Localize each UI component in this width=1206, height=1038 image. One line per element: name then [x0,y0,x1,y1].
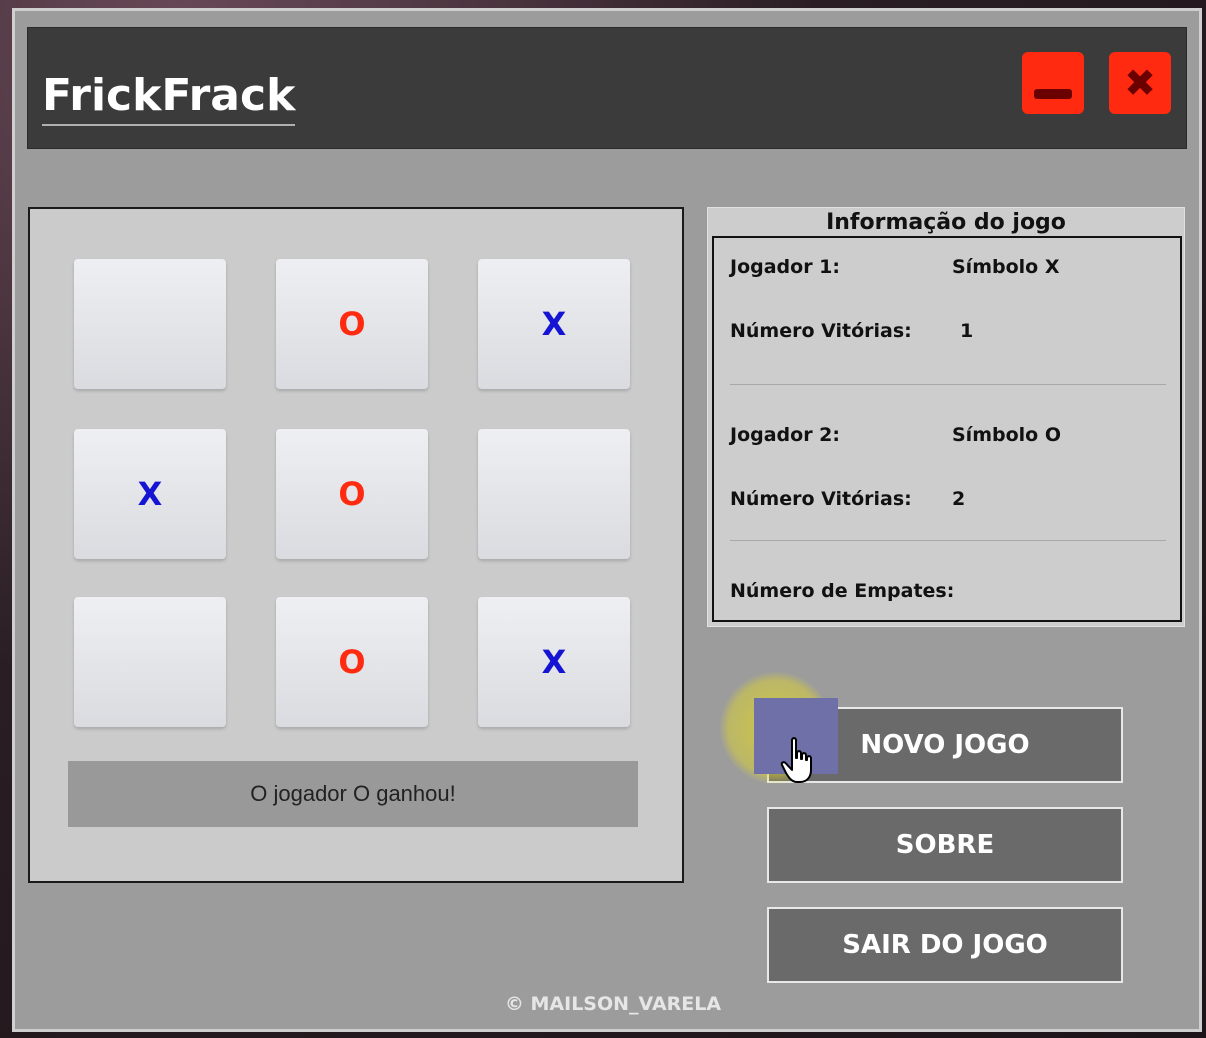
player1-wins-label: Número Vitórias: [730,320,912,342]
board-cell[interactable] [74,259,226,389]
board-cell[interactable]: O [276,259,428,389]
player2-label: Jogador 2: [730,424,841,446]
game-info-panel: Informação do jogo Jogador 1: Símbolo X … [707,207,1185,627]
board-cell[interactable]: X [478,597,630,727]
game-board-panel: O X X O O X O jogador O ganhou! [28,207,684,883]
player2-symbol: Símbolo O [952,424,1061,446]
board-cell[interactable]: X [478,259,630,389]
draws-label: Número de Empates: [730,580,955,602]
minimize-icon [1034,89,1072,99]
copyright-footer: © MAILSON_VARELA [504,993,722,1015]
board-cell[interactable] [478,429,630,559]
about-button[interactable]: SOBRE [767,807,1123,883]
player1-label: Jogador 1: [730,256,841,278]
info-box: Jogador 1: Símbolo X Número Vitórias: 1 … [712,236,1182,622]
app-window: FrickFrack ✖ O X X O O X O jogador O gan… [12,8,1202,1032]
player1-wins-value: 1 [960,320,974,342]
player1-symbol: Símbolo X [952,256,1060,278]
info-separator [730,384,1166,385]
board-cell[interactable]: O [276,429,428,559]
board-cell[interactable]: X [74,429,226,559]
close-button[interactable]: ✖ [1109,52,1171,114]
player2-wins-value: 2 [952,488,966,510]
app-title: FrickFrack [42,74,296,126]
minimize-button[interactable] [1022,52,1084,114]
title-bar: FrickFrack ✖ [27,27,1187,149]
exit-game-button[interactable]: SAIR DO JOGO [767,907,1123,983]
board-cell[interactable] [74,597,226,727]
board-cell[interactable]: O [276,597,428,727]
close-icon: ✖ [1124,61,1156,105]
player2-wins-label: Número Vitórias: [730,488,912,510]
game-status-message: O jogador O ganhou! [68,761,638,827]
info-heading: Informação do jogo [826,210,1066,235]
hand-pointer-icon [780,737,812,783]
info-separator [730,540,1166,541]
